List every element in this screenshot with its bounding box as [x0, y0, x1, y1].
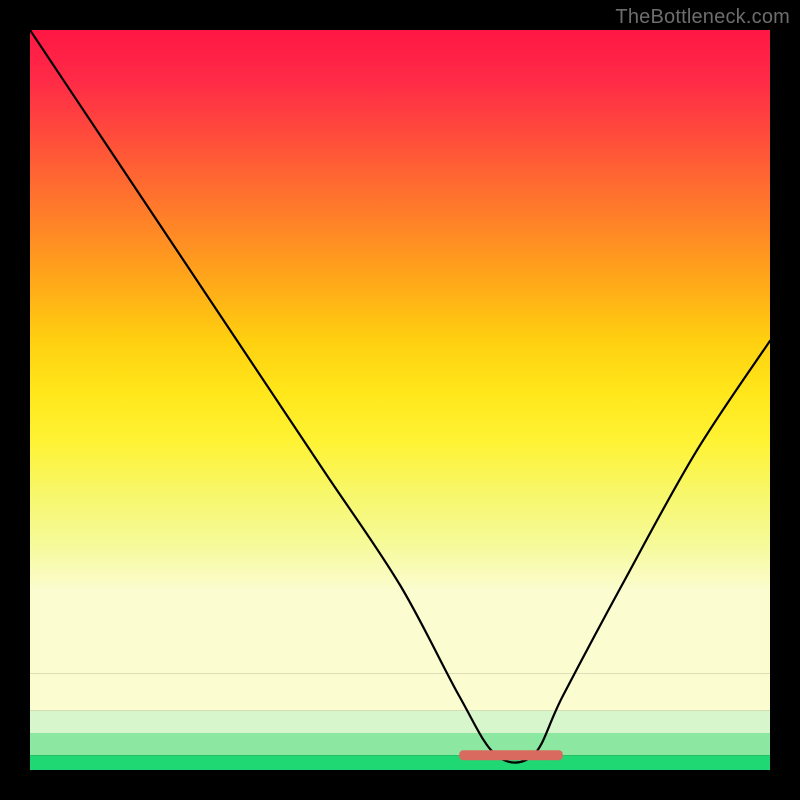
color-band	[30, 674, 770, 711]
color-band	[30, 733, 770, 755]
gradient-background	[30, 30, 770, 674]
color-band	[30, 711, 770, 733]
bottleneck-chart	[30, 30, 770, 770]
chart-frame: TheBottleneck.com	[0, 0, 800, 800]
color-band	[30, 755, 770, 770]
plot-area	[30, 30, 770, 770]
watermark-text: TheBottleneck.com	[615, 6, 790, 29]
optimum-band	[459, 750, 563, 760]
bottom-color-bars	[30, 674, 770, 770]
